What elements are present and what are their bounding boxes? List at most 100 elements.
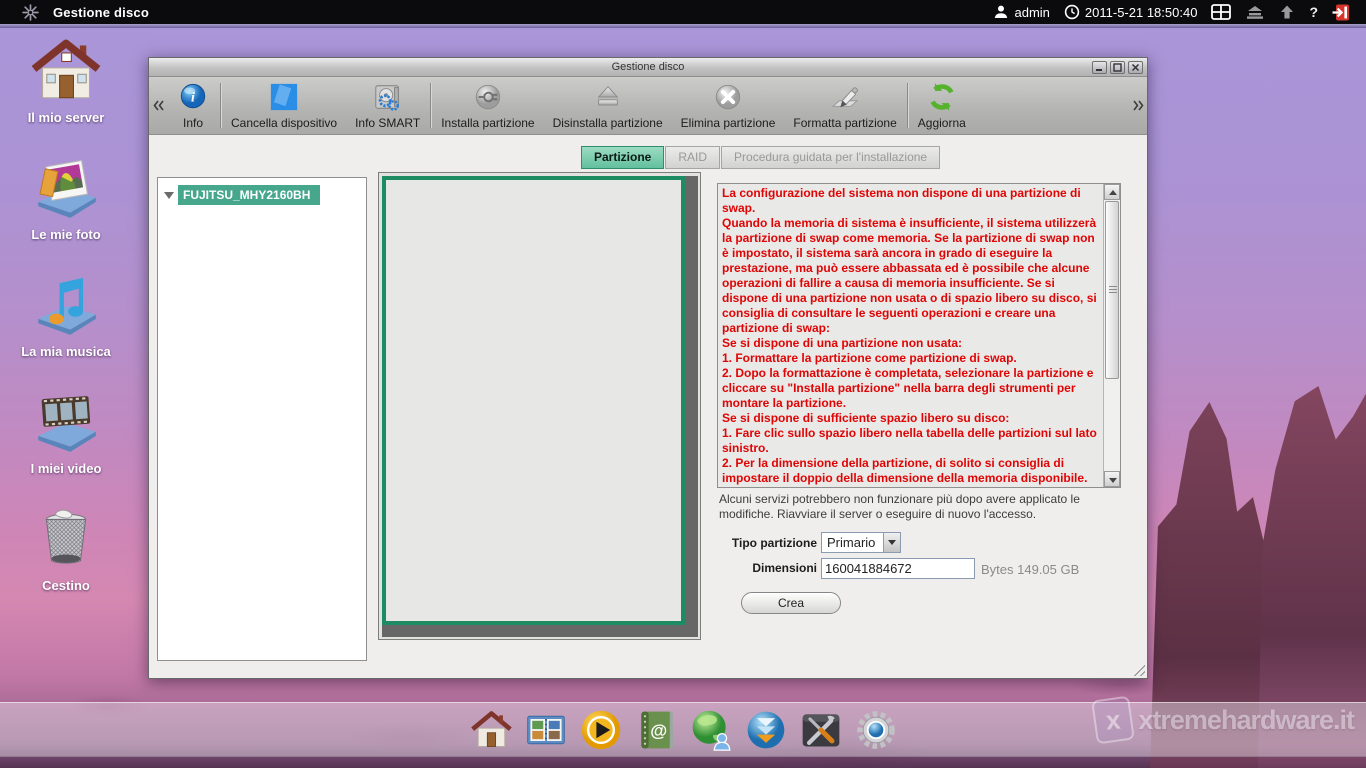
toolbar-button-refresh[interactable]: Aggiorna — [909, 77, 975, 134]
toolbar-label: Disinstalla partizione — [553, 116, 663, 130]
unmount-partition-icon — [591, 80, 625, 114]
datetime-text: 2011-5-21 18:50:40 — [1085, 5, 1198, 20]
disk-management-window: Gestione disco i Info Cancella dispositi… — [148, 57, 1148, 679]
logout-icon[interactable] — [1332, 4, 1350, 21]
maximize-button[interactable] — [1110, 61, 1125, 74]
erase-device-icon — [267, 80, 301, 114]
minimize-button[interactable] — [1092, 61, 1107, 74]
toolbar-button-smart-info[interactable]: Info SMART — [346, 77, 429, 134]
toolbar-button-delete-partition[interactable]: Elimina partizione — [672, 77, 785, 134]
user-menu[interactable]: admin — [993, 4, 1049, 20]
toolbar-separator — [907, 83, 908, 128]
warning-paragraph: Quando la memoria di sistema è insuffici… — [722, 216, 1098, 336]
dock-address-book-icon[interactable]: @ — [633, 707, 679, 753]
toolbar-scroll-left-icon[interactable] — [149, 77, 167, 134]
toolbar-separator — [220, 83, 221, 128]
partition-type-value: Primario — [822, 533, 883, 552]
scroll-down-icon[interactable] — [1104, 471, 1120, 487]
toolbar-label: Aggiorna — [918, 116, 966, 130]
toolbar-button-erase-device[interactable]: Cancella dispositivo — [222, 77, 346, 134]
dock-media-player-icon[interactable] — [578, 707, 624, 753]
upload-arrow-icon[interactable] — [1279, 4, 1295, 20]
close-button[interactable] — [1128, 61, 1143, 74]
tab-raid[interactable]: RAID — [665, 146, 720, 169]
dropdown-arrow-icon[interactable] — [883, 533, 900, 552]
watermark-text: xtremehardware.it — [1138, 705, 1354, 736]
system-logo-icon[interactable] — [22, 4, 39, 21]
dock-home-icon[interactable] — [468, 707, 514, 753]
window-title: Gestione disco — [149, 61, 1147, 73]
toolbar-label: Installa partizione — [441, 116, 534, 130]
window-titlebar[interactable]: Gestione disco — [149, 58, 1147, 77]
desktop-item-server[interactable]: Il mio server — [4, 36, 128, 125]
desktop-item-trash[interactable]: Cestino — [4, 504, 128, 593]
desktop-icon-column: Il mio server Le mie foto — [4, 36, 128, 621]
film-strip-icon — [29, 387, 103, 455]
swap-warning-text: La configurazione del sistema non dispon… — [718, 184, 1102, 487]
partition-map-shadow-bottom — [382, 625, 698, 637]
toolbar-label: Info SMART — [355, 116, 420, 130]
toolbar-label: Cancella dispositivo — [231, 116, 337, 130]
delete-partition-icon — [711, 80, 745, 114]
toolbar-scroll-right-icon[interactable] — [1129, 77, 1147, 134]
system-topbar: Gestione disco admin 2011-5-21 18:50:40 … — [0, 0, 1366, 24]
tab-bar: Partizione RAID Procedura guidata per l'… — [581, 146, 941, 169]
tree-expand-icon[interactable] — [164, 192, 174, 199]
device-name[interactable]: FUJITSU_MHY2160BH — [178, 185, 320, 205]
warning-scrollbar[interactable] — [1103, 184, 1120, 487]
desktop-item-videos[interactable]: I miei video — [4, 387, 128, 476]
device-tree-row[interactable]: FUJITSU_MHY2160BH — [158, 178, 366, 205]
dock-photo-album-icon[interactable] — [523, 707, 569, 753]
scrollbar-thumb[interactable] — [1105, 201, 1119, 379]
warning-paragraph: 2. Per la dimensione della partizione, d… — [722, 456, 1098, 486]
partition-type-select[interactable]: Primario — [821, 532, 901, 553]
tab-partizione[interactable]: Partizione — [581, 146, 664, 169]
app-grid-icon[interactable] — [1211, 4, 1231, 20]
warning-paragraph: Se si dispone di sufficiente spazio libe… — [722, 411, 1098, 426]
service-notice-text: Alcuni servizi potrebbero non funzionare… — [719, 492, 1121, 522]
house-icon — [29, 36, 103, 104]
toolbar-button-format-partition[interactable]: Formatta partizione — [784, 77, 905, 134]
window-toolbar: i Info Cancella dispositivo Info SMART I… — [149, 77, 1147, 135]
create-button[interactable]: Crea — [741, 592, 841, 614]
desktop-item-photos[interactable]: Le mie foto — [4, 153, 128, 242]
desktop-label: La mia musica — [21, 344, 111, 359]
workgroup-icon[interactable] — [1245, 4, 1265, 20]
partition-free-space[interactable] — [382, 176, 685, 625]
desktop-item-music[interactable]: La mia musica — [4, 270, 128, 359]
dock-settings-gear-icon[interactable] — [853, 707, 899, 753]
toolbar-label: Formatta partizione — [793, 116, 896, 130]
desktop-label: Cestino — [42, 578, 90, 593]
warning-paragraph: La configurazione del sistema non dispon… — [722, 186, 1098, 216]
warning-paragraph: 2. Dopo la formattazione è completata, s… — [722, 366, 1098, 411]
swap-warning-panel: La configurazione del sistema non dispon… — [717, 183, 1121, 488]
help-icon[interactable]: ? — [1309, 4, 1318, 20]
smart-info-icon — [371, 80, 405, 114]
toolbar-button-mount-partition[interactable]: Installa partizione — [432, 77, 543, 134]
warning-paragraph: 1. Fare clic sullo spazio libero nella t… — [722, 426, 1098, 456]
svg-text:i: i — [191, 90, 195, 106]
desktop-label: I miei video — [31, 461, 102, 476]
partition-size-input[interactable] — [821, 558, 975, 579]
warning-paragraph: 1. Formattare la partizione come partizi… — [722, 351, 1098, 366]
partition-size-label: Dimensioni — [687, 561, 817, 575]
toolbar-button-info[interactable]: i Info — [167, 77, 219, 134]
scroll-up-icon[interactable] — [1104, 184, 1120, 200]
music-note-icon — [29, 270, 103, 338]
dock-download-icon[interactable] — [743, 707, 789, 753]
dock-utilities-icon[interactable] — [798, 707, 844, 753]
warning-paragraph: Se si dispone di una partizione non usat… — [722, 336, 1098, 351]
svg-text:@: @ — [650, 720, 667, 740]
topbar-accent-strip — [0, 24, 1366, 28]
toolbar-button-unmount-partition[interactable]: Disinstalla partizione — [544, 77, 672, 134]
window-resize-grip[interactable] — [1131, 662, 1145, 676]
dock-network-places-icon[interactable] — [688, 707, 734, 753]
desktop-label: Le mie foto — [31, 227, 100, 242]
mount-partition-icon — [471, 80, 505, 114]
tab-install-wizard[interactable]: Procedura guidata per l'installazione — [721, 146, 940, 169]
clock-display: 2011-5-21 18:50:40 — [1064, 4, 1198, 20]
trash-basket-icon — [29, 504, 103, 572]
watermark: x xtremehardware.it — [1094, 698, 1354, 742]
scrollbar-grip — [1109, 286, 1117, 293]
partition-map-panel — [378, 172, 701, 640]
